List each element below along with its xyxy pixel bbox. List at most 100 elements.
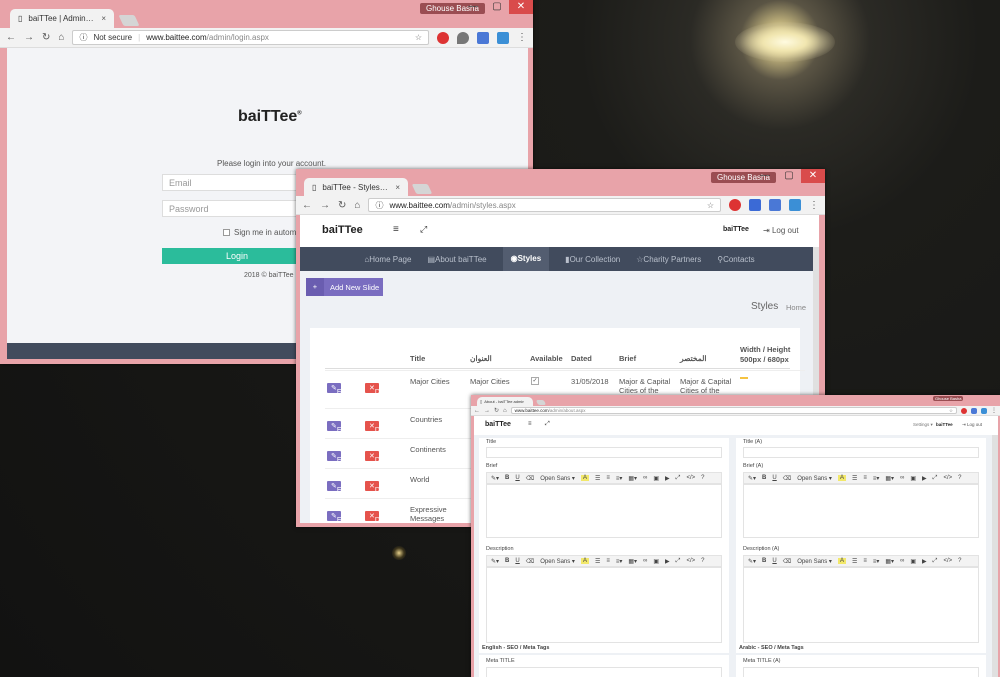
hamburger-icon[interactable]: ≡ <box>393 224 399 235</box>
highlight-icon[interactable]: A <box>837 475 846 481</box>
eraser-icon[interactable]: ⌫ <box>526 558 534 565</box>
reload-icon[interactable]: ↻ <box>42 32 50 43</box>
style-icon[interactable]: ✎▾ <box>491 475 499 482</box>
nav-styles[interactable]: ◉Styles <box>502 247 550 271</box>
list-ul-icon[interactable]: ☰ <box>852 558 857 565</box>
address-bar[interactable]: www.baittee.com/admin/about.aspx ☆ <box>510 407 957 414</box>
nav-home[interactable]: ⌂Home Page <box>364 255 411 264</box>
logout-link[interactable]: ⇥ Log out <box>763 226 799 235</box>
menu-kebab-icon[interactable]: ⋮ <box>809 200 819 211</box>
remember-me[interactable]: Sign me in automat <box>223 228 303 237</box>
close-tab-icon[interactable]: × <box>395 183 400 192</box>
browser-tab[interactable]: ▯ baiTTee - Styles - Manag × <box>304 178 408 196</box>
close-tab-icon[interactable]: × <box>101 14 106 23</box>
help-icon[interactable]: ? <box>701 475 704 481</box>
style-icon[interactable]: ✎▾ <box>491 558 499 565</box>
code-icon[interactable]: </> <box>943 558 952 564</box>
help-icon[interactable]: ? <box>958 558 961 564</box>
help-icon[interactable]: ? <box>701 558 704 564</box>
home-icon[interactable]: ⌂ <box>503 408 507 414</box>
location-extension-icon[interactable] <box>457 31 469 44</box>
close-window-icon[interactable]: ✕ <box>509 0 533 14</box>
nav-charity[interactable]: ☆Charity Partners <box>636 255 701 264</box>
list-ul-icon[interactable]: ☰ <box>595 475 600 482</box>
close-window-icon[interactable]: ✕ <box>801 169 825 183</box>
table-icon[interactable]: ▦▾ <box>885 558 894 565</box>
wave-extension-icon[interactable] <box>749 199 761 211</box>
eraser-icon[interactable]: ⌫ <box>783 558 791 565</box>
edit-button[interactable]: ✎ Edit <box>327 511 349 523</box>
list-ol-icon[interactable]: ≡ <box>606 558 610 564</box>
available-checkbox[interactable]: ✓ <box>531 377 539 385</box>
align-icon[interactable]: ≡▾ <box>873 475 880 482</box>
reload-icon[interactable]: ↻ <box>494 407 499 414</box>
meta-title-input[interactable] <box>486 667 722 677</box>
new-tab-button[interactable] <box>535 400 547 405</box>
bookmark-star-icon[interactable]: ☆ <box>415 33 422 42</box>
cast-extension-icon[interactable] <box>981 407 987 414</box>
image-icon[interactable]: ▣ <box>653 475 659 482</box>
highlight-icon[interactable]: A <box>580 475 589 481</box>
delete-button[interactable]: ✕ Delete <box>365 421 395 434</box>
menu-kebab-icon[interactable]: ⋮ <box>517 32 527 43</box>
delete-button[interactable]: ✕ Delete <box>365 383 395 396</box>
remember-checkbox[interactable] <box>223 229 230 236</box>
font-select[interactable]: Open Sans ▾ <box>797 558 832 565</box>
browser-tab[interactable]: ▯ About - baiTTee admin <box>477 397 533 406</box>
add-new-slide-button[interactable]: + Add New Slide <box>306 278 383 296</box>
admin-brand[interactable]: baiTTee <box>485 421 511 428</box>
eraser-icon[interactable]: ⌫ <box>526 475 534 482</box>
brief-editor-toolbar[interactable]: ✎▾ B U ⌫ Open Sans ▾ A ☰ ≡ ≡▾ ▦▾ ∞ ▣ ▶ ⤢ </>? <box>486 472 722 484</box>
align-icon[interactable]: ≡▾ <box>616 475 623 482</box>
profile-name[interactable]: Ghouse Basha <box>933 396 964 401</box>
breadcrumb-home[interactable]: Home <box>786 303 806 312</box>
list-ul-icon[interactable]: ☰ <box>595 558 600 565</box>
edit-button[interactable]: ✎ Edit <box>327 451 349 464</box>
underline-icon[interactable]: U <box>515 475 519 481</box>
brief-ar-editor[interactable] <box>743 484 979 538</box>
delete-button[interactable]: ✕ Delete <box>365 511 395 523</box>
underline-icon[interactable]: U <box>772 475 776 481</box>
nav-contacts[interactable]: ⚲Contacts <box>717 255 754 264</box>
address-bar[interactable]: ⓘ www.baittee.com/admin/styles.aspx ☆ <box>368 198 721 212</box>
styles-pic-button[interactable]: ▣ Styles Pic <box>740 377 764 401</box>
bookmark-star-icon[interactable]: ☆ <box>949 408 953 414</box>
description-ar-editor-toolbar[interactable]: ✎▾ B U ⌫ Open Sans ▾ A ☰ ≡ ≡▾ ▦▾ ∞ ▣ ▶ ⤢ </>? <box>743 555 979 567</box>
nav-about[interactable]: ▤About baiTTee <box>427 255 486 264</box>
back-icon[interactable]: ← <box>474 408 480 414</box>
list-ol-icon[interactable]: ≡ <box>606 475 610 481</box>
delete-button[interactable]: ✕ Delete <box>365 451 395 464</box>
brief-editor[interactable] <box>486 484 722 538</box>
title-input[interactable] <box>486 447 722 458</box>
code-icon[interactable]: </> <box>686 475 695 481</box>
delete-button[interactable]: ✕ Delete <box>365 481 395 494</box>
bold-icon[interactable]: B <box>762 558 766 564</box>
logout-link[interactable]: ⇥ Log out <box>962 422 982 428</box>
link-icon[interactable]: ∞ <box>900 558 904 564</box>
new-tab-button[interactable] <box>118 15 140 26</box>
code-icon[interactable]: </> <box>943 475 952 481</box>
description-editor[interactable] <box>486 567 722 643</box>
table-icon[interactable]: ▦▾ <box>628 558 637 565</box>
browser-tab[interactable]: ▯ baiTTee | Admin Login S × <box>10 9 114 28</box>
translate-extension-icon[interactable] <box>769 199 781 211</box>
video-icon[interactable]: ▶ <box>922 475 927 482</box>
cast-extension-icon[interactable] <box>789 199 801 211</box>
expand-icon[interactable]: ⤢ <box>420 224 427 235</box>
fullscreen-icon[interactable]: ⤢ <box>676 475 681 482</box>
nav-collection[interactable]: ▮Our Collection <box>565 255 620 264</box>
home-icon[interactable]: ⌂ <box>58 32 64 43</box>
edit-button[interactable]: ✎ Edit <box>327 421 349 434</box>
minimize-icon[interactable]: — <box>753 169 777 183</box>
highlight-icon[interactable]: A <box>837 558 846 564</box>
admin-brand[interactable]: baiTTee <box>322 224 363 236</box>
bookmark-star-icon[interactable]: ☆ <box>707 201 714 210</box>
minimize-icon[interactable]: — <box>461 0 485 14</box>
font-select[interactable]: Open Sans ▾ <box>540 475 575 482</box>
eraser-icon[interactable]: ⌫ <box>783 475 791 482</box>
menu-kebab-icon[interactable]: ⋮ <box>991 407 997 414</box>
fullscreen-icon[interactable]: ⤢ <box>676 558 681 565</box>
back-icon[interactable]: ← <box>6 32 16 43</box>
bold-icon[interactable]: B <box>505 558 509 564</box>
adblock-extension-icon[interactable] <box>729 199 741 211</box>
